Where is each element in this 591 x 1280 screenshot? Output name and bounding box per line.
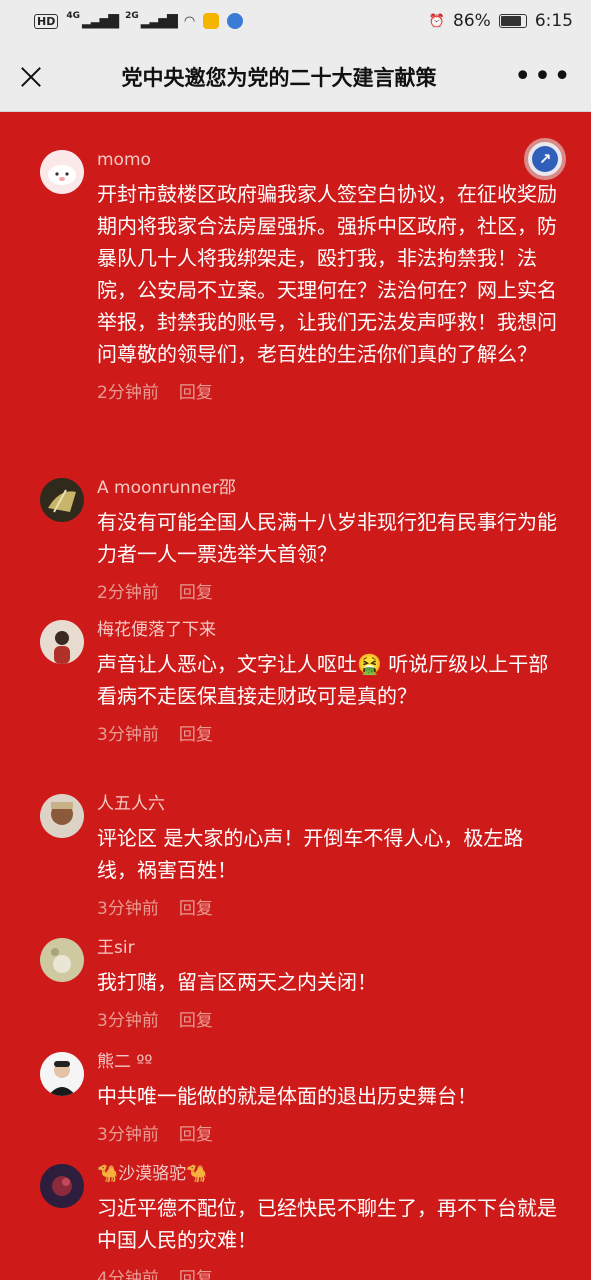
network-type-label: 4G	[66, 11, 80, 21]
comment-text: 开封市鼓楼区政府骗我家人签空白协议，在征收奖励期内将我家合法房屋强拆。强拆中区政…	[97, 182, 557, 366]
comment-text: 我打赌，留言区两天之内关闭！	[97, 970, 377, 994]
reply-button[interactable]: 回复	[179, 720, 213, 745]
comment-text: 声音让人恶心，文字让人呕吐🤮 听说厅级以上干部看病不走医保直接走财政可是真的？	[97, 652, 549, 708]
comment-author[interactable]: 梅花便落了下来	[97, 620, 559, 640]
app-notification-icon	[203, 13, 220, 29]
avatar[interactable]	[40, 620, 84, 664]
comment-author[interactable]: 🐪沙漠骆驼🐪	[97, 1164, 559, 1184]
reply-button[interactable]: 回复	[179, 1006, 213, 1031]
avatar[interactable]	[40, 478, 84, 522]
reply-button[interactable]: 回复	[179, 894, 213, 919]
comment-author[interactable]: 王sir	[97, 938, 559, 958]
comment-text: 中共唯一能做的就是体面的退出历史舞台！	[97, 1084, 477, 1108]
page-title: 党中央邀您为党的二十大建言献策	[121, 65, 437, 90]
battery-fill	[500, 16, 522, 26]
reply-button[interactable]: 回复	[179, 378, 213, 403]
avatar[interactable]	[40, 150, 84, 194]
comment-time: 3分钟前	[97, 1011, 159, 1031]
clock: 6:15	[534, 11, 573, 31]
comment-time: 2分钟前	[97, 583, 159, 603]
comment-time: 3分钟前	[97, 725, 159, 745]
music-notification-icon	[227, 13, 244, 29]
hd-icon: HD	[34, 13, 59, 29]
network-type-label-2: 2G	[125, 11, 139, 21]
nav-bar: 党中央邀您为党的二十大建言献策 •••	[0, 42, 591, 112]
reply-button[interactable]: 回复	[179, 1120, 213, 1145]
status-bar: HD 4G ▂▃▅▇ 2G ▂▃▅▇ ◠ ⏰ 86% 6:15	[0, 0, 591, 42]
comment-text: 评论区 是大家的心声！开倒车不得人心，极左路线，祸害百姓！	[97, 826, 524, 882]
comment-author[interactable]: momo	[97, 150, 559, 170]
more-options-icon[interactable]: •••	[514, 61, 573, 91]
status-left: HD 4G ▂▃▅▇ 2G ▂▃▅▇ ◠	[34, 11, 244, 29]
comment-meta: 3分钟前 回复	[97, 1120, 559, 1145]
reply-button[interactable]: 回复	[179, 1264, 213, 1280]
battery-icon	[498, 14, 527, 28]
avatar[interactable]	[40, 938, 84, 982]
comment-meta: 2分钟前 回复	[97, 378, 559, 403]
comment-list[interactable]: ↗ momo 开封市鼓楼区政府骗我家人签空白协议，在征收奖励期内将我家合法房屋强…	[0, 112, 591, 1280]
comment-meta: 3分钟前 回复	[97, 1006, 559, 1031]
comment-time: 4分钟前	[97, 1269, 159, 1280]
signal-icon: ▂▃▅▇	[82, 13, 119, 29]
wifi-icon: ◠	[183, 13, 196, 29]
comment-time: 2分钟前	[97, 383, 159, 403]
comment-time: 3分钟前	[97, 899, 159, 919]
status-right: ⏰ 86% 6:15	[429, 11, 573, 31]
comment-meta: 3分钟前 回复	[97, 720, 559, 745]
reply-button[interactable]: 回复	[179, 578, 213, 603]
comment-author[interactable]: A moonrunner邵	[97, 478, 559, 498]
battery-percent: 86%	[453, 11, 491, 31]
comment-meta: 3分钟前 回复	[97, 894, 559, 919]
close-icon[interactable]	[18, 64, 44, 90]
avatar[interactable]	[40, 1164, 84, 1208]
avatar[interactable]	[40, 1052, 84, 1096]
comment-time: 3分钟前	[97, 1125, 159, 1145]
comment-text: 习近平德不配位，已经快民不聊生了，再不下台就是中国人民的灾难！	[97, 1196, 557, 1252]
avatar[interactable]	[40, 794, 84, 838]
signal-icon-2: ▂▃▅▇	[140, 13, 178, 29]
comment-meta: 2分钟前 回复	[97, 578, 559, 603]
comment-text: 有没有可能全国人民满十八岁非现行犯有民事行为能力者一人一票选举大首领？	[97, 510, 557, 566]
alarm-icon: ⏰	[428, 13, 446, 29]
comment-author[interactable]: 人五人六	[97, 794, 559, 814]
comment-meta: 4分钟前 回复	[97, 1264, 559, 1280]
comment-author[interactable]: 熊二 ºº	[97, 1052, 559, 1072]
